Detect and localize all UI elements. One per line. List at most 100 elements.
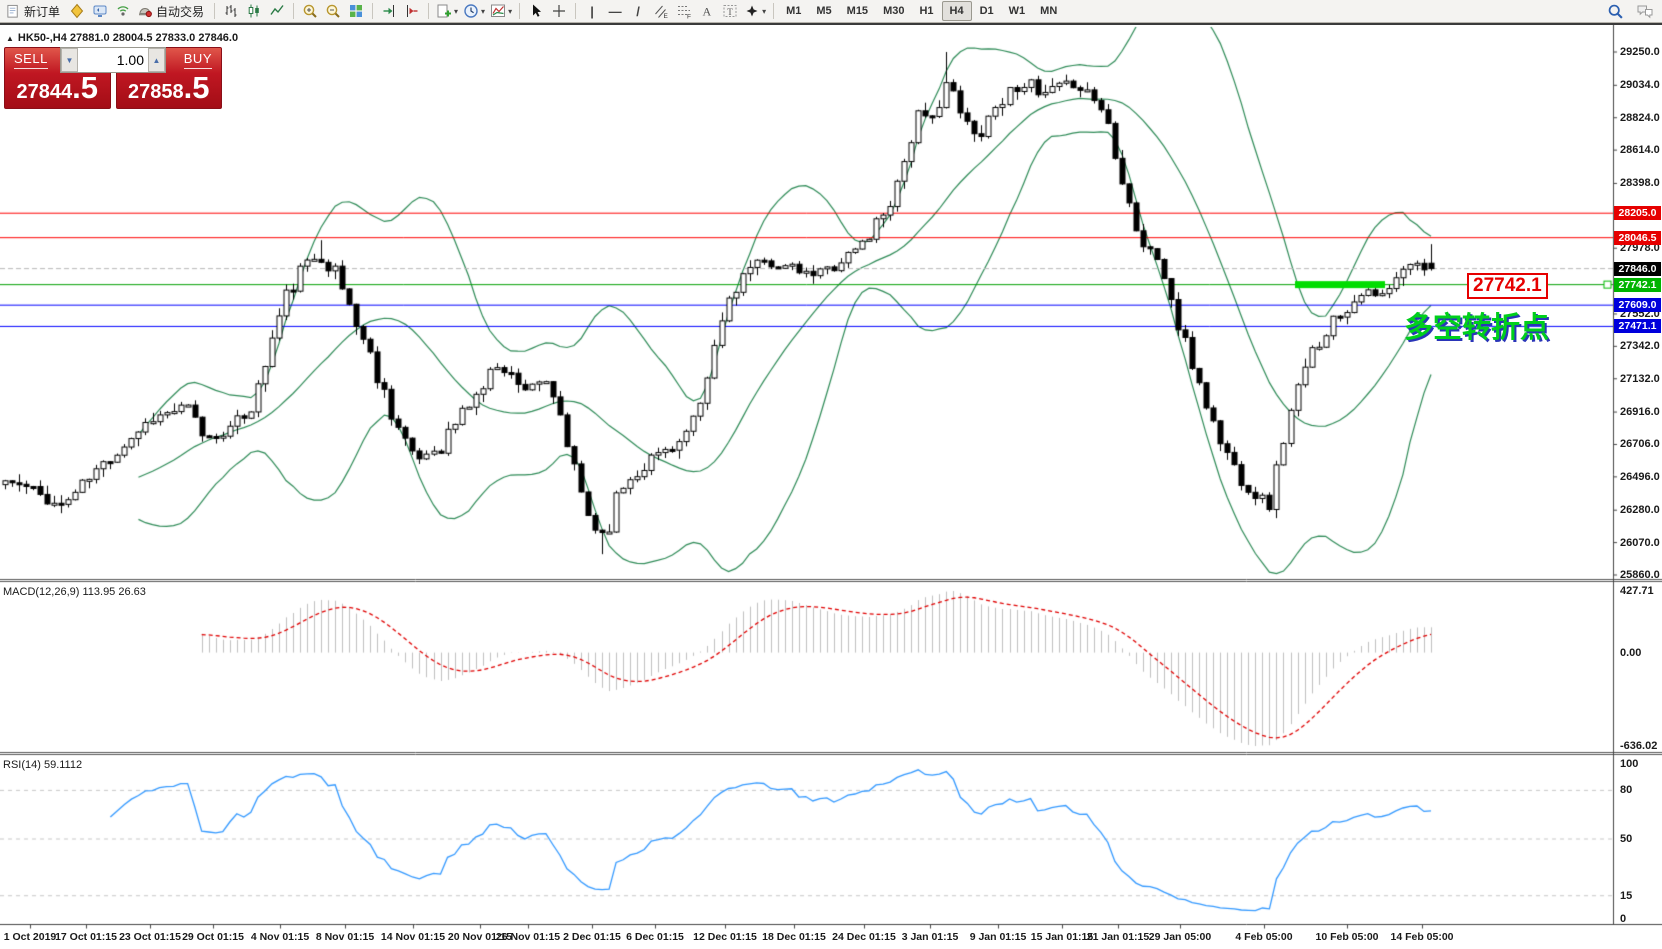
dropdown-caret-icon: ▾ — [454, 7, 458, 16]
new-chart-icon — [436, 3, 452, 19]
signals-button[interactable] — [112, 1, 134, 21]
vertical-line-tool[interactable]: | — [581, 1, 603, 21]
chart-shift-icon — [404, 3, 420, 19]
buy-price: 27858.5 — [117, 70, 222, 106]
signals-icon — [115, 3, 131, 19]
text-label-tool[interactable]: T — [719, 1, 741, 21]
arrows-icon — [744, 3, 760, 19]
new-order-label: 新订单 — [21, 3, 63, 20]
volume-input[interactable] — [78, 48, 148, 72]
trendline-tool[interactable]: / — [627, 1, 649, 21]
zoom-in-button[interactable] — [299, 1, 321, 21]
cursor-button[interactable] — [525, 1, 547, 21]
chart-shift-button[interactable] — [401, 1, 423, 21]
indicators-icon — [490, 3, 506, 19]
crosshair-button[interactable] — [548, 1, 570, 21]
toolbar-separator — [773, 3, 774, 19]
text-tool[interactable]: A — [696, 1, 718, 21]
horizontal-line-tool[interactable]: — — [604, 1, 626, 21]
text-label-icon: T — [722, 3, 738, 19]
svg-text:E: E — [664, 13, 669, 19]
toolbar-separator — [428, 3, 429, 19]
toolbar-right-group — [1604, 1, 1656, 21]
ohlc-text: HK50-,H4 27881.0 28004.5 27833.0 27846.0 — [18, 32, 238, 44]
clock-icon — [463, 3, 479, 19]
auto-trading-button[interactable]: 自动交易 — [135, 1, 209, 21]
tile-windows-icon — [348, 3, 364, 19]
trendline-icon: / — [636, 4, 640, 19]
price-level-callout[interactable]: 27742.1 — [1467, 273, 1548, 299]
timeframe-m5-button[interactable]: M5 — [809, 1, 838, 21]
toolbar-separator — [214, 3, 215, 19]
toolbar-separator — [293, 3, 294, 19]
sell-price: 27844.5 — [5, 70, 110, 106]
zoom-out-button[interactable] — [322, 1, 344, 21]
zoom-out-icon — [325, 3, 341, 19]
chat-button[interactable] — [1634, 1, 1656, 21]
search-icon — [1607, 3, 1624, 20]
vertical-line-icon: | — [590, 4, 594, 19]
sell-label: SELL — [14, 51, 48, 69]
candlestick-chart-icon — [246, 3, 262, 19]
bar-chart-button[interactable] — [220, 1, 242, 21]
auto-scroll-icon — [381, 3, 397, 19]
svg-text:T: T — [727, 7, 733, 17]
auto-scroll-button[interactable] — [378, 1, 400, 21]
crosshair-icon — [551, 3, 567, 19]
line-chart-icon — [269, 3, 285, 19]
svg-text:F: F — [687, 14, 691, 20]
auto-trading-label: 自动交易 — [153, 3, 207, 20]
toolbar-separator — [372, 3, 373, 19]
toolbar-separator — [519, 3, 520, 19]
metaeditor-button[interactable] — [66, 1, 88, 21]
horizontal-line-icon: — — [609, 4, 622, 19]
dropdown-caret-icon: ▾ — [508, 7, 512, 16]
timeframe-h4-button[interactable]: H4 — [942, 1, 972, 21]
new-chart-button[interactable]: ▾ — [434, 1, 460, 21]
timeframe-group: M1M5M15M30H1H4D1W1MN — [779, 1, 1064, 21]
volume-stepper: ▼ ▲ — [60, 47, 166, 73]
auto-trading-icon — [137, 3, 153, 19]
arrows-tool[interactable]: ▾ — [742, 1, 768, 21]
new-order-icon — [6, 4, 21, 19]
one-click-trade-panel: SELL 27844.5 BUY 27858.5 ▼ ▲ — [4, 47, 222, 109]
chat-icon — [1636, 3, 1654, 19]
periods-button[interactable]: ▾ — [461, 1, 487, 21]
buy-label: BUY — [184, 51, 212, 69]
zoom-in-icon — [302, 3, 318, 19]
volume-increase-button[interactable]: ▲ — [148, 48, 165, 72]
line-chart-button[interactable] — [266, 1, 288, 21]
svg-text:A: A — [703, 5, 712, 19]
chart-canvas[interactable] — [0, 25, 1662, 949]
fibonacci-icon: F — [676, 3, 692, 19]
terminal-icon — [92, 3, 108, 19]
timeframe-m30-button[interactable]: M30 — [876, 1, 911, 21]
timeframe-mn-button[interactable]: MN — [1033, 1, 1064, 21]
new-order-button[interactable]: 新订单 — [4, 1, 65, 21]
dropdown-caret-icon: ▾ — [762, 7, 766, 16]
timeframe-d1-button[interactable]: D1 — [973, 1, 1001, 21]
collapse-triangle-icon: ▲ — [6, 34, 14, 43]
text-icon: A — [699, 3, 715, 19]
indicators-button[interactable]: ▾ — [488, 1, 514, 21]
timeframe-h1-button[interactable]: H1 — [912, 1, 940, 21]
turning-point-annotation[interactable]: 多空转折点 — [1404, 304, 1549, 346]
toolbar: 新订单 自动交易 ▾ ▾ ▾ | — / E F A T ▾ M1M5M15M3… — [0, 0, 1662, 23]
bar-chart-icon — [223, 3, 239, 19]
candlestick-chart-button[interactable] — [243, 1, 265, 21]
timeframe-w1-button[interactable]: W1 — [1002, 1, 1033, 21]
channel-tool[interactable]: E — [650, 1, 672, 21]
channel-icon: E — [653, 3, 669, 19]
dropdown-caret-icon: ▾ — [481, 7, 485, 16]
chart-window: ▲ HK50-,H4 27881.0 28004.5 27833.0 27846.… — [0, 23, 1662, 947]
cursor-icon — [528, 3, 544, 19]
search-button[interactable] — [1604, 1, 1626, 21]
volume-decrease-button[interactable]: ▼ — [61, 48, 78, 72]
terminal-button[interactable] — [89, 1, 111, 21]
timeframe-m15-button[interactable]: M15 — [840, 1, 875, 21]
tile-windows-button[interactable] — [345, 1, 367, 21]
chart-ohlc-title: ▲ HK50-,H4 27881.0 28004.5 27833.0 27846.… — [6, 32, 238, 44]
metaeditor-icon — [69, 3, 85, 19]
timeframe-m1-button[interactable]: M1 — [779, 1, 808, 21]
fibonacci-tool[interactable]: F — [673, 1, 695, 21]
